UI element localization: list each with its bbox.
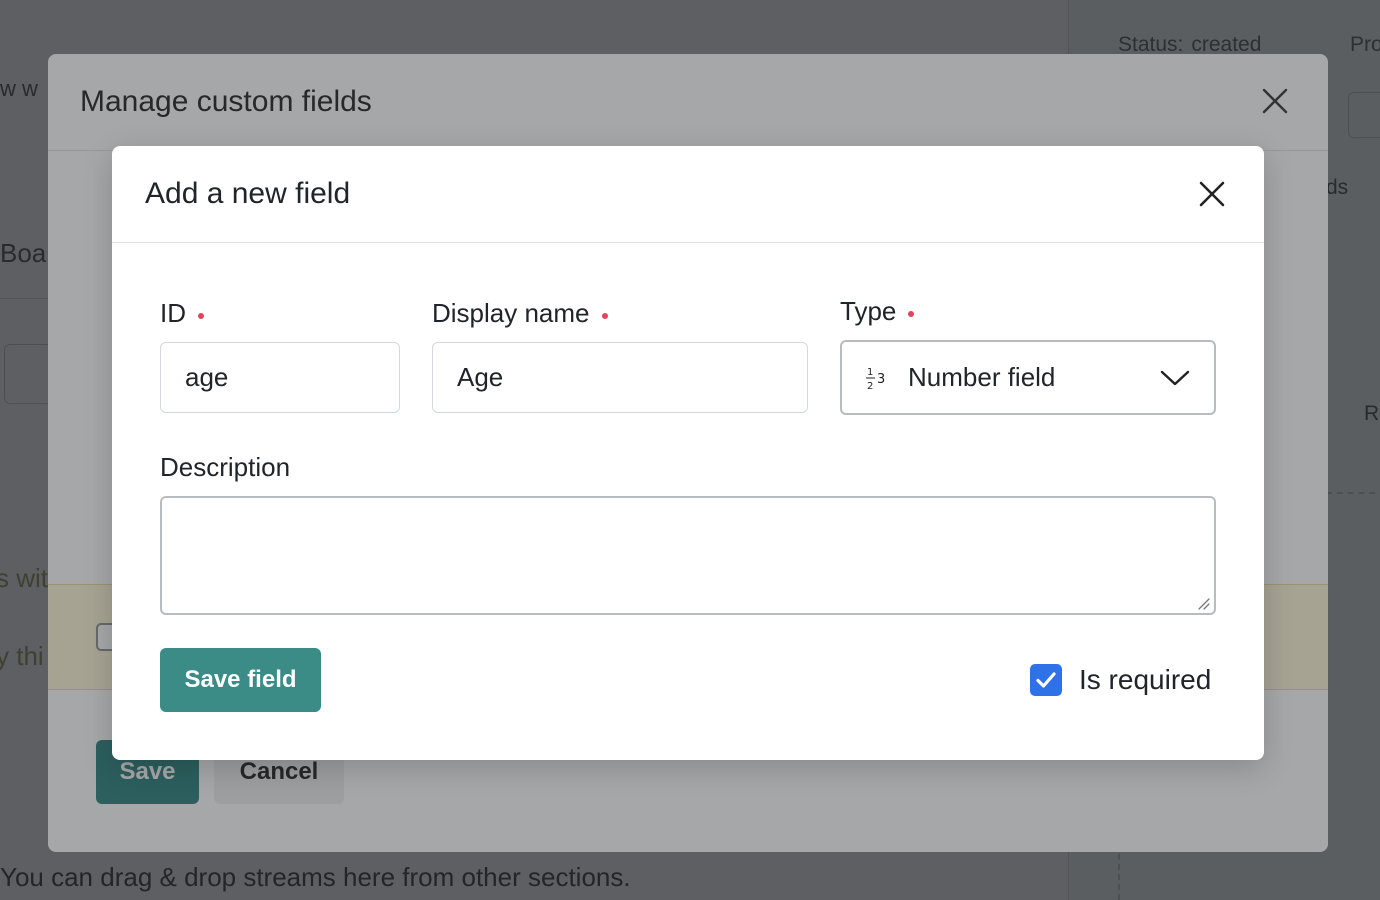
svg-text:1: 1 [867,367,873,378]
type-select-value: Number field [908,362,1056,392]
save-field-button[interactable]: Save field [160,648,321,712]
description-label: Description [160,452,290,483]
required-indicator [908,310,915,317]
required-indicator [601,312,608,319]
display-name-input[interactable] [432,342,808,413]
inner-modal-header: Add a new field [112,146,1264,243]
display-name-label: Display name [432,298,608,329]
id-input[interactable] [160,342,400,413]
add-new-field-modal: Add a new field ID Display name Type 1 2… [112,146,1264,760]
required-indicator [198,312,204,319]
id-label-text: ID [160,298,186,328]
svg-text:3: 3 [877,372,885,387]
type-label-text: Type [840,296,897,326]
inner-modal-title: Add a new field [145,177,351,210]
is-required-toggle[interactable]: Is required [1030,663,1211,697]
close-icon[interactable] [1196,178,1228,210]
id-label: ID [160,298,204,329]
is-required-label: Is required [1079,664,1212,695]
resize-grip-icon[interactable] [1196,596,1210,610]
check-icon [1036,672,1056,688]
chevron-down-icon [1160,370,1190,385]
svg-text:2: 2 [867,381,873,392]
type-select[interactable]: 1 2 3 Number field [840,340,1216,415]
description-textarea[interactable] [160,496,1216,615]
description-label-text: Description [160,452,291,482]
type-label: Type [840,296,915,327]
display-name-label-text: Display name [432,298,590,328]
is-required-checkbox[interactable] [1030,664,1062,696]
number-type-icon: 1 2 3 [866,367,885,392]
